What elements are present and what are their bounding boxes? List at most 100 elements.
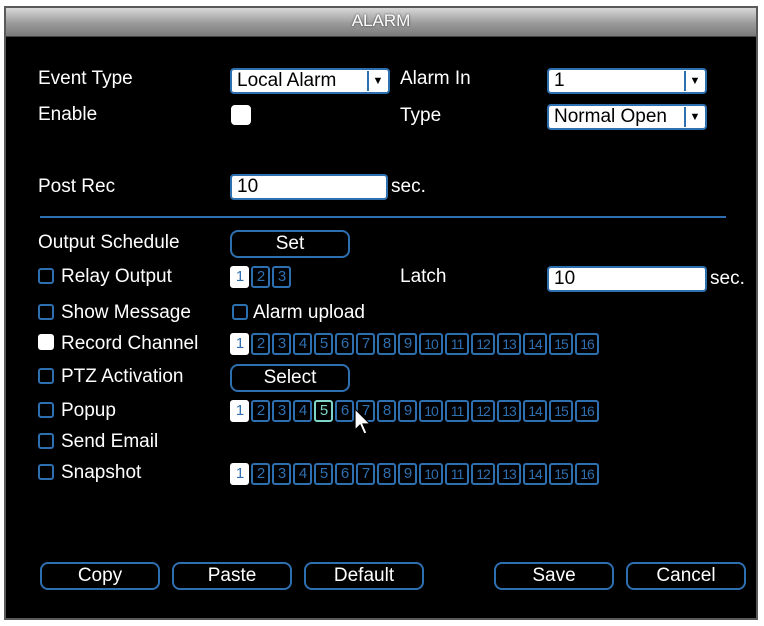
ptz-activation-checkbox[interactable] xyxy=(38,368,54,384)
alarm-upload-label: Alarm upload xyxy=(253,302,365,323)
record-channel-checkbox[interactable] xyxy=(38,334,54,350)
popup-channel-8[interactable]: 8 xyxy=(377,400,396,422)
popup-checkbox[interactable] xyxy=(38,402,54,418)
snapshot-label: Snapshot xyxy=(61,462,142,483)
show-message-checkbox[interactable] xyxy=(38,304,54,320)
snapshot-channel-numbers: 1 2 3 4 5 6 7 8 9 10 11 12 13 14 15 16 xyxy=(230,463,599,485)
snapshot-checkbox[interactable] xyxy=(38,464,54,480)
snapshot-channel-2[interactable]: 2 xyxy=(251,463,270,485)
relay-output-checkbox[interactable] xyxy=(38,268,54,284)
relay-channel-2[interactable]: 2 xyxy=(251,266,270,288)
snapshot-channel-3[interactable]: 3 xyxy=(272,463,291,485)
record-channel-3[interactable]: 3 xyxy=(272,333,291,355)
popup-channel-10[interactable]: 10 xyxy=(419,400,443,422)
snapshot-channel-9[interactable]: 9 xyxy=(398,463,417,485)
popup-channel-16[interactable]: 16 xyxy=(575,400,599,422)
popup-channel-9[interactable]: 9 xyxy=(398,400,417,422)
dropdown-arrow-icon[interactable]: ▼ xyxy=(367,71,387,91)
record-channel-14[interactable]: 14 xyxy=(523,333,547,355)
post-rec-input[interactable]: 10 xyxy=(230,174,388,200)
cancel-button[interactable]: Cancel xyxy=(626,562,746,590)
popup-label: Popup xyxy=(61,400,116,421)
snapshot-channel-11[interactable]: 11 xyxy=(445,463,469,485)
window-title: ALARM xyxy=(351,11,411,30)
event-type-select[interactable]: Local Alarm ▼ xyxy=(230,68,390,94)
mouse-pointer-icon xyxy=(354,408,372,435)
popup-channel-numbers: 1 2 3 4 5 6 7 8 9 10 11 12 13 14 15 16 xyxy=(230,400,599,422)
popup-channel-14[interactable]: 14 xyxy=(523,400,547,422)
set-button[interactable]: Set xyxy=(230,230,350,258)
record-channel-5[interactable]: 5 xyxy=(314,333,333,355)
popup-channel-13[interactable]: 13 xyxy=(497,400,521,422)
send-email-label: Send Email xyxy=(61,431,159,452)
record-channel-1[interactable]: 1 xyxy=(230,333,249,355)
select-button[interactable]: Select xyxy=(230,364,350,392)
enable-label: Enable xyxy=(38,104,98,125)
record-channel-16[interactable]: 16 xyxy=(575,333,599,355)
title-bar: ALARM xyxy=(6,8,756,37)
record-channel-7[interactable]: 7 xyxy=(356,333,375,355)
record-channel-13[interactable]: 13 xyxy=(497,333,521,355)
send-email-checkbox[interactable] xyxy=(38,433,54,449)
latch-unit: sec. xyxy=(710,268,745,289)
type-value: Normal Open xyxy=(554,106,667,127)
popup-channel-4[interactable]: 4 xyxy=(293,400,312,422)
type-select[interactable]: Normal Open ▼ xyxy=(547,104,707,130)
record-channel-15[interactable]: 15 xyxy=(549,333,573,355)
alarm-in-value: 1 xyxy=(554,70,565,91)
latch-label: Latch xyxy=(400,266,447,287)
record-channel-11[interactable]: 11 xyxy=(445,333,469,355)
relay-channel-1[interactable]: 1 xyxy=(230,266,249,288)
output-schedule-label: Output Schedule xyxy=(38,232,180,253)
snapshot-channel-8[interactable]: 8 xyxy=(377,463,396,485)
snapshot-channel-13[interactable]: 13 xyxy=(497,463,521,485)
snapshot-channel-10[interactable]: 10 xyxy=(419,463,443,485)
latch-input[interactable]: 10 xyxy=(547,266,707,292)
copy-button[interactable]: Copy xyxy=(40,562,160,590)
popup-channel-1[interactable]: 1 xyxy=(230,400,249,422)
snapshot-channel-14[interactable]: 14 xyxy=(523,463,547,485)
relay-output-channels: 1 2 3 xyxy=(230,266,291,288)
record-channel-6[interactable]: 6 xyxy=(335,333,354,355)
alarm-window: ALARM Event Type Local Alarm ▼ Alarm In … xyxy=(4,6,758,620)
popup-channel-5[interactable]: 5 xyxy=(314,400,333,422)
snapshot-channel-4[interactable]: 4 xyxy=(293,463,312,485)
relay-channel-3[interactable]: 3 xyxy=(272,266,291,288)
show-message-label: Show Message xyxy=(61,302,191,323)
separator xyxy=(40,216,726,218)
enable-checkbox[interactable] xyxy=(231,105,251,125)
popup-channel-3[interactable]: 3 xyxy=(272,400,291,422)
snapshot-channel-15[interactable]: 15 xyxy=(549,463,573,485)
snapshot-channel-1[interactable]: 1 xyxy=(230,463,249,485)
popup-channel-2[interactable]: 2 xyxy=(251,400,270,422)
post-rec-unit: sec. xyxy=(391,176,426,197)
save-button[interactable]: Save xyxy=(494,562,614,590)
paste-button[interactable]: Paste xyxy=(172,562,292,590)
dropdown-arrow-icon[interactable]: ▼ xyxy=(684,71,704,91)
alarm-upload-checkbox[interactable] xyxy=(232,304,248,320)
popup-channel-12[interactable]: 12 xyxy=(471,400,495,422)
ptz-activation-label: PTZ Activation xyxy=(61,366,184,387)
alarm-in-select[interactable]: 1 ▼ xyxy=(547,68,707,94)
post-rec-label: Post Rec xyxy=(38,176,116,197)
snapshot-channel-5[interactable]: 5 xyxy=(314,463,333,485)
alarm-in-label: Alarm In xyxy=(400,68,471,89)
record-channel-8[interactable]: 8 xyxy=(377,333,396,355)
snapshot-channel-6[interactable]: 6 xyxy=(335,463,354,485)
event-type-label: Event Type xyxy=(38,68,133,89)
record-channel-numbers: 1 2 3 4 5 6 7 8 9 10 11 12 13 14 15 16 xyxy=(230,333,599,355)
popup-channel-6[interactable]: 6 xyxy=(335,400,354,422)
record-channel-9[interactable]: 9 xyxy=(398,333,417,355)
record-channel-4[interactable]: 4 xyxy=(293,333,312,355)
record-channel-12[interactable]: 12 xyxy=(471,333,495,355)
dropdown-arrow-icon[interactable]: ▼ xyxy=(684,107,704,127)
popup-channel-15[interactable]: 15 xyxy=(549,400,573,422)
snapshot-channel-16[interactable]: 16 xyxy=(575,463,599,485)
relay-output-label: Relay Output xyxy=(61,266,172,287)
record-channel-2[interactable]: 2 xyxy=(251,333,270,355)
default-button[interactable]: Default xyxy=(304,562,424,590)
record-channel-10[interactable]: 10 xyxy=(419,333,443,355)
popup-channel-11[interactable]: 11 xyxy=(445,400,469,422)
snapshot-channel-7[interactable]: 7 xyxy=(356,463,375,485)
snapshot-channel-12[interactable]: 12 xyxy=(471,463,495,485)
